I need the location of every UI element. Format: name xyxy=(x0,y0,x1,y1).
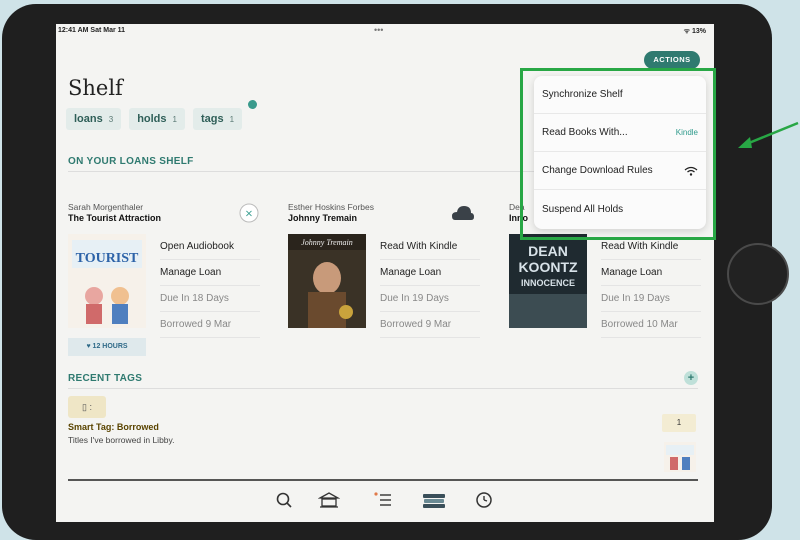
read-with-kindle-link[interactable]: Read With Kindle xyxy=(380,234,480,260)
sound-icon: ♥ xyxy=(86,343,91,350)
status-battery: ᯤ 13% xyxy=(684,27,706,36)
manage-loan-link[interactable]: Manage Loan xyxy=(380,260,480,286)
book-options: Open Audiobook Manage Loan Due In 18 Day… xyxy=(160,234,260,338)
time-badge: ♥ 12 HOURS xyxy=(68,338,146,356)
svg-text:DEAN: DEAN xyxy=(528,243,568,259)
book-cover[interactable]: Johnny Tremain xyxy=(288,234,366,328)
actions-button[interactable]: ACTIONS xyxy=(644,51,700,69)
tag-book-cover[interactable] xyxy=(664,442,696,472)
smart-tag-title[interactable]: Smart Tag: Borrowed xyxy=(68,422,159,432)
chip-loans[interactable]: loans 3 xyxy=(66,108,122,130)
page-title: Shelf xyxy=(68,76,123,100)
chip-count: 1 xyxy=(229,114,235,124)
borrowed-date: Borrowed 9 Mar xyxy=(160,312,260,338)
battery-percent: 13% xyxy=(691,28,706,35)
library-icon[interactable] xyxy=(318,491,340,509)
highlight-box xyxy=(520,68,716,240)
book-card: Sarah Morgenthaler The Tourist Attractio… xyxy=(68,202,268,356)
svg-text:Johnny Tremain: Johnny Tremain xyxy=(301,238,352,247)
books-stack-icon[interactable] xyxy=(421,491,447,509)
wifi-icon: ᯤ xyxy=(683,28,691,35)
book-options: Read With Kindle Manage Loan Due In 19 D… xyxy=(601,234,701,338)
due-date: Due In 18 Days xyxy=(160,286,260,312)
loans-section-header: ON YOUR LOANS SHELF xyxy=(68,156,194,167)
borrowed-date: Borrowed 9 Mar xyxy=(380,312,480,338)
due-date: Due In 19 Days xyxy=(380,286,480,312)
divider xyxy=(68,388,698,389)
badge-text: 12 HOURS xyxy=(92,343,128,350)
book-cover[interactable]: TOURIST xyxy=(68,234,146,328)
notification-dot xyxy=(248,100,257,109)
chip-label: loans xyxy=(74,113,103,125)
chip-label: tags xyxy=(200,113,224,125)
manage-loan-link[interactable]: Manage Loan xyxy=(160,260,260,286)
open-audiobook-link[interactable]: Open Audiobook xyxy=(160,234,260,260)
tag-count-badge: 1 xyxy=(662,414,696,432)
smart-tag-subtitle: Titles I've borrowed in Libby. xyxy=(68,435,175,445)
clock-icon[interactable] xyxy=(475,491,493,509)
chip-count: 1 xyxy=(172,114,177,124)
chip-holds[interactable]: holds 1 xyxy=(129,108,185,130)
shelf-chips: loans 3 holds 1 tags 1 xyxy=(66,108,243,130)
borrowed-date: Borrowed 10 Mar xyxy=(601,312,701,338)
close-icon[interactable]: × xyxy=(238,202,260,224)
chip-tags[interactable]: tags 1 xyxy=(192,108,243,130)
home-button[interactable] xyxy=(727,243,789,305)
cloud-icon[interactable] xyxy=(450,202,476,224)
multitask-dots[interactable]: ••• xyxy=(374,25,383,35)
book-options: Read With Kindle Manage Loan Due In 19 D… xyxy=(380,234,480,338)
add-tag-icon[interactable]: + xyxy=(684,371,698,385)
book-cover[interactable]: DEAN KOONTZ INNOCENCE xyxy=(509,234,587,328)
svg-text:×: × xyxy=(245,209,253,220)
chip-count: 3 xyxy=(108,114,114,124)
status-time: 12:41 AM Sat Mar 11 xyxy=(58,27,126,34)
recent-tags-header: RECENT TAGS xyxy=(68,373,143,384)
manage-loan-link[interactable]: Manage Loan xyxy=(601,260,701,286)
svg-text:TOURIST: TOURIST xyxy=(76,251,139,266)
svg-text:INNOCENCE: INNOCENCE xyxy=(521,278,575,288)
status-bar: 12:41 AM Sat Mar 11 ••• ᯤ 13% xyxy=(56,24,714,40)
due-date: Due In 19 Days xyxy=(601,286,701,312)
tag-icon[interactable]: ▯ : xyxy=(68,396,106,418)
bottom-tab-bar xyxy=(68,479,698,522)
shelf-menu-icon[interactable] xyxy=(373,491,393,509)
chip-label: holds xyxy=(137,113,167,125)
book-card: Esther Hoskins Forbes Johnny Tremain Joh… xyxy=(288,202,488,338)
svg-text:KOONTZ: KOONTZ xyxy=(518,259,578,275)
arrow-icon xyxy=(738,121,799,148)
search-icon[interactable] xyxy=(275,491,293,509)
